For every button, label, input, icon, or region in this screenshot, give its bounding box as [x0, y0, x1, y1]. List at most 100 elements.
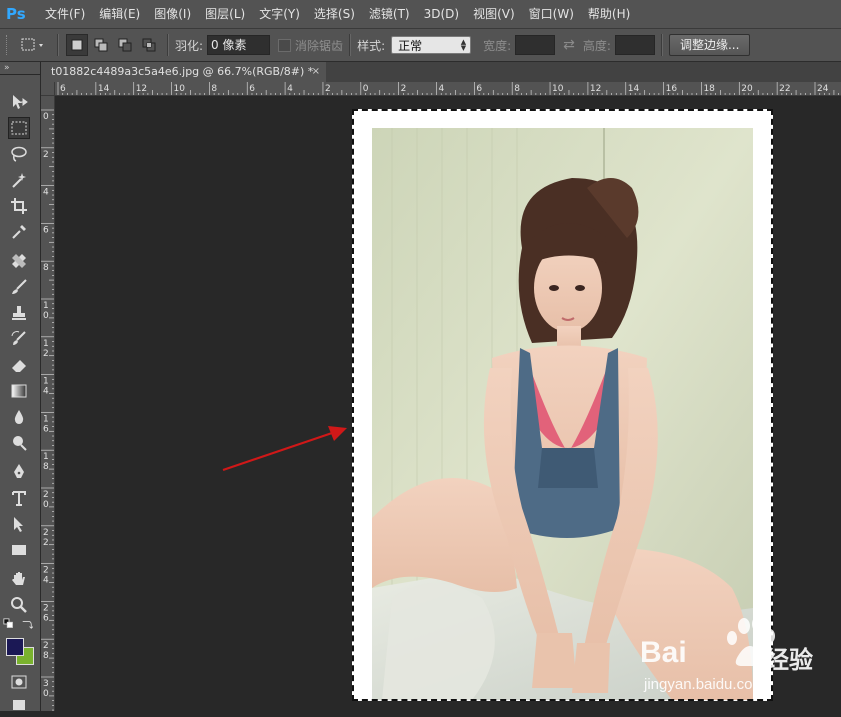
ruler-label: 2	[43, 150, 49, 160]
rectangular-marquee-tool[interactable]	[8, 117, 30, 139]
separator	[349, 34, 352, 56]
ruler-label: 4	[287, 84, 293, 94]
ruler-label: 6	[43, 225, 49, 235]
swap-colors-button[interactable]	[20, 617, 34, 631]
lasso-tool[interactable]	[8, 143, 30, 165]
menu-type[interactable]: 文字(Y)	[252, 0, 307, 28]
ruler-label: 2	[43, 490, 49, 500]
ruler-label: 2	[43, 603, 49, 613]
watermark-url: jingyan.baidu.com	[644, 676, 765, 693]
vertical-ruler[interactable]: 024681012141618202224262830	[41, 96, 55, 711]
height-input[interactable]	[614, 35, 655, 55]
history-brush-tool[interactable]	[8, 328, 30, 350]
foreground-color-swatch[interactable]	[6, 638, 24, 656]
document-tab[interactable]: t01882c4489a3c5a4e6.jpg @ 66.7%(RGB/8#) …	[41, 62, 326, 82]
intersect-selection-icon	[142, 38, 156, 52]
healing-brush-tool[interactable]	[8, 250, 30, 272]
menu-edit[interactable]: 编辑(E)	[92, 0, 147, 28]
menu-view[interactable]: 视图(V)	[466, 0, 522, 28]
menu-window[interactable]: 窗口(W)	[522, 0, 581, 28]
canvas-area[interactable]: Bai 经验 jingyan.baidu.com	[55, 96, 841, 711]
menu-bar: Ps 文件(F) 编辑(E) 图像(I) 图层(L) 文字(Y) 选择(S) 滤…	[0, 0, 841, 29]
options-bar-grip[interactable]	[6, 35, 11, 55]
subtract-selection-button[interactable]	[114, 34, 136, 56]
gradient-tool[interactable]	[8, 380, 30, 402]
feather-input[interactable]: 0 像素	[207, 35, 271, 55]
add-selection-button[interactable]	[90, 34, 112, 56]
dodge-tool[interactable]	[8, 432, 30, 454]
hand-icon	[12, 572, 25, 585]
menu-filter[interactable]: 滤镜(T)	[362, 0, 417, 28]
ruler-label: 22	[779, 84, 790, 94]
move-icon	[13, 95, 28, 109]
zoom-tool[interactable]	[8, 594, 30, 616]
horizontal-ruler[interactable]: 6 14 12 10 8 6 4 2 0 2 4 6 8 10 12 14 16 18 20 22 24	[55, 82, 841, 96]
type-icon	[12, 491, 26, 506]
eyedropper-tool[interactable]	[8, 221, 30, 243]
eraser-tool[interactable]	[8, 354, 30, 376]
magic-wand-icon	[12, 173, 26, 188]
ruler-label: 24	[817, 84, 829, 94]
antialias-checkbox[interactable]	[278, 38, 292, 52]
ruler-ticks: 6 14 12 10 8 6 4 2 0 2 4 6 8 10 12 14 16 18 20 22 24	[57, 82, 840, 95]
swap-colors-icon	[22, 621, 33, 629]
antialias-label: 消除锯齿	[295, 38, 344, 53]
close-tab-icon[interactable]: ×	[312, 62, 320, 82]
style-select[interactable]: 正常 ▲ ▼	[391, 36, 472, 54]
ruler-label: 0	[43, 311, 49, 321]
move-tool[interactable]	[8, 91, 30, 113]
options-bar: 羽化: 0 像素 消除锯齿 样式: 正常 ▲ ▼ 宽度: ⇄ 高度: 调整边缘..…	[0, 29, 841, 62]
clone-stamp-tool[interactable]	[8, 302, 30, 324]
bandage-icon	[12, 254, 26, 268]
ruler-label: 14	[628, 84, 640, 94]
ruler-label: 4	[43, 387, 49, 397]
path-selection-tool[interactable]	[8, 513, 30, 535]
menu-layer[interactable]: 图层(L)	[198, 0, 252, 28]
menu-select[interactable]: 选择(S)	[307, 0, 362, 28]
ruler-label: 16	[666, 84, 678, 94]
ruler-label: 10	[174, 84, 186, 94]
ruler-label: 2	[325, 84, 331, 94]
type-tool[interactable]	[8, 487, 30, 509]
hand-tool[interactable]	[8, 568, 30, 590]
toolbar-collapse-button[interactable]: »	[0, 62, 40, 74]
watermark-brand: Bai	[640, 636, 687, 669]
rectangle-tool[interactable]	[8, 539, 30, 561]
intersect-selection-button[interactable]	[138, 34, 160, 56]
ruler-label: 0	[363, 84, 369, 94]
menu-image[interactable]: 图像(I)	[147, 0, 198, 28]
history-brush-icon	[11, 331, 26, 345]
crop-tool[interactable]	[8, 195, 30, 217]
stamp-icon	[12, 306, 26, 320]
subtract-selection-icon	[118, 38, 132, 52]
ruler-label: 4	[439, 84, 445, 94]
menu-file[interactable]: 文件(F)	[38, 0, 92, 28]
height-label: 高度:	[582, 38, 611, 53]
width-input[interactable]	[515, 35, 556, 55]
marquee-preset-icon	[21, 38, 43, 51]
screen-mode-icon	[13, 700, 25, 710]
magic-wand-tool[interactable]	[8, 169, 30, 191]
ruler-label: 14	[98, 84, 110, 94]
refine-edge-button[interactable]: 调整边缘...	[668, 34, 751, 56]
ruler-label: 18	[703, 84, 715, 94]
ruler-label: 6	[249, 84, 255, 94]
menu-3d[interactable]: 3D(D)	[417, 0, 466, 28]
screen-mode-button[interactable]	[8, 695, 30, 717]
menu-help[interactable]: 帮助(H)	[581, 0, 637, 28]
ruler-label: 1	[43, 339, 49, 349]
ruler-origin[interactable]	[41, 82, 55, 96]
ruler-label: 8	[43, 462, 49, 472]
new-selection-button[interactable]	[66, 34, 88, 56]
default-colors-button[interactable]	[2, 617, 16, 631]
pen-tool[interactable]	[8, 461, 30, 483]
app-logo[interactable]: Ps	[6, 4, 28, 24]
blur-tool[interactable]	[8, 406, 30, 428]
swap-width-height-icon[interactable]: ⇄	[563, 37, 575, 53]
feather-label: 羽化:	[175, 38, 204, 53]
tool-preset-picker[interactable]	[17, 34, 51, 56]
ruler-label: 6	[476, 84, 482, 94]
brush-tool[interactable]	[8, 276, 30, 298]
quick-mask-button[interactable]	[8, 671, 30, 693]
baidu-watermark: Bai 经验 jingyan.baidu.com	[640, 614, 840, 704]
